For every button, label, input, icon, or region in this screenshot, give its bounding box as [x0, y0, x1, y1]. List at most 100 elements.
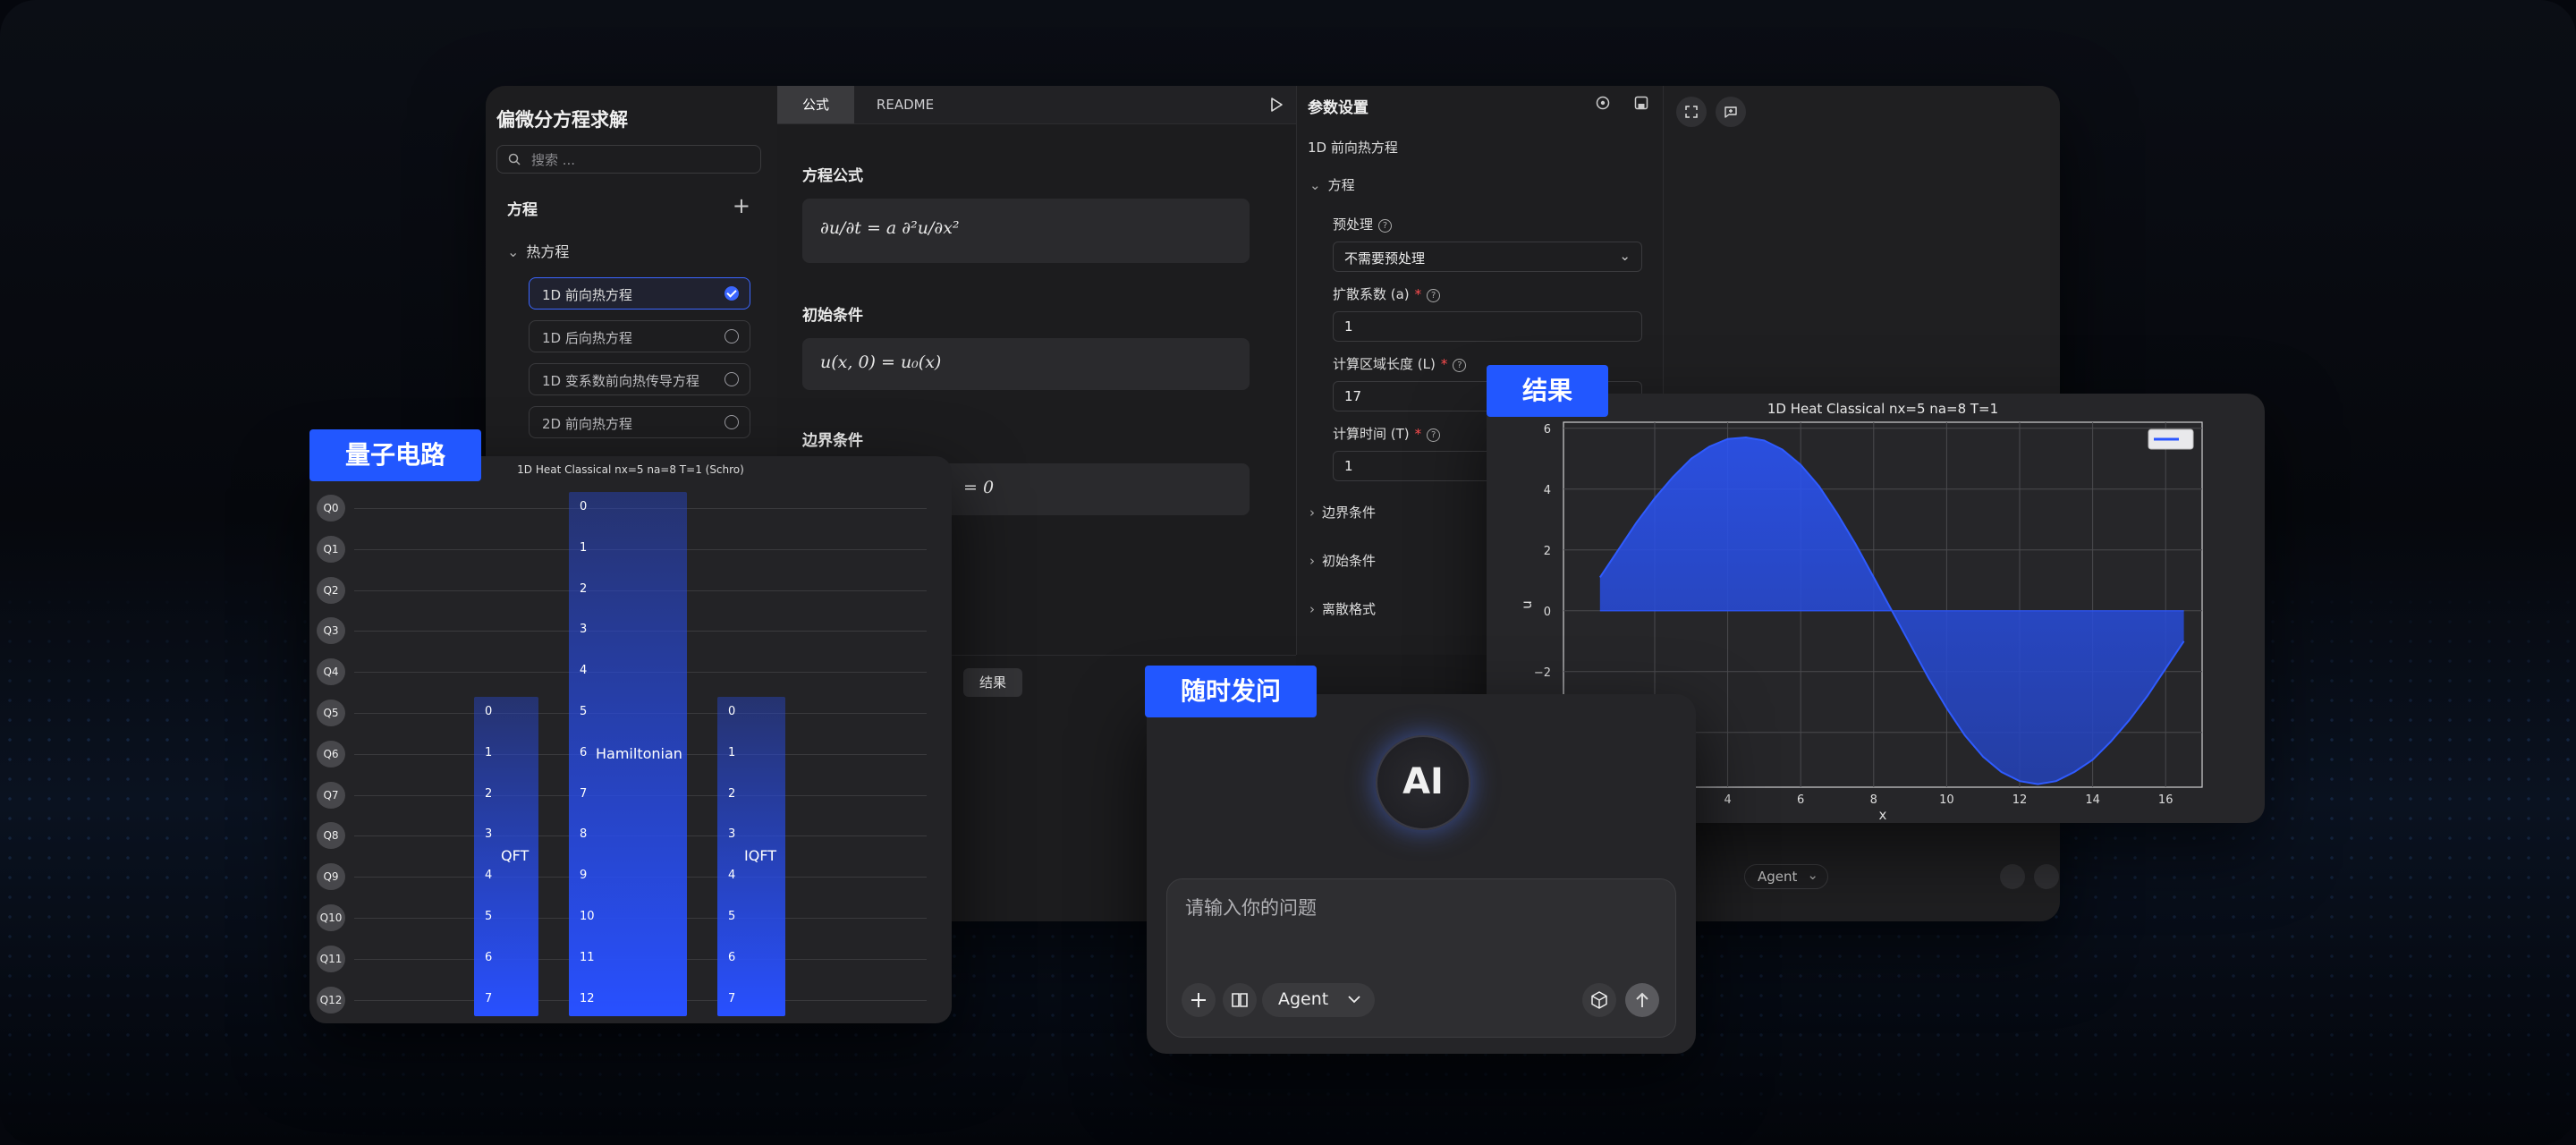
app-title: 偏微分方程求解	[496, 109, 628, 131]
qubit-label: Q4	[317, 658, 345, 686]
search-input[interactable]	[530, 149, 748, 171]
input-value: 17	[1344, 388, 1362, 404]
send-button-mini[interactable]	[2034, 864, 2059, 889]
param-label: 预处理?	[1333, 215, 1393, 233]
gate-wire-index: 0	[728, 705, 736, 718]
background: 偏微分方程求解 方程 + ⌄热方程 1D 前向热方程 1D 后向热方程 1D	[0, 0, 2576, 1145]
new-chat-button[interactable]	[1716, 97, 1746, 127]
equation-formula-box[interactable]: ∂u/∂t = a ∂²u/∂x²	[802, 199, 1250, 263]
settings-icon[interactable]	[1595, 95, 1611, 111]
save-icon[interactable]	[1633, 95, 1649, 111]
radio-icon	[724, 329, 739, 344]
equation-item-1d-forward[interactable]: 1D 前向热方程	[529, 277, 750, 310]
add-button[interactable]	[1182, 983, 1216, 1017]
add-equation-icon[interactable]: +	[733, 193, 750, 218]
send-button[interactable]	[1625, 983, 1659, 1017]
help-icon[interactable]: ?	[1378, 219, 1393, 233]
gate-wire-index: 2	[728, 786, 736, 801]
params-title: 参数设置	[1308, 99, 1368, 117]
qubit-label: Q12	[317, 986, 345, 1014]
qubit-label: Q11	[317, 945, 345, 972]
required-mark: *	[1440, 356, 1448, 372]
tab-result[interactable]: 结果	[963, 668, 1022, 697]
gate-wire-index: 0	[485, 705, 493, 718]
gate-wire-index: 5	[485, 910, 493, 923]
library-button[interactable]	[1223, 983, 1257, 1017]
gate-wire-index: 2	[485, 786, 493, 801]
gate-wire-index: 0	[580, 500, 588, 513]
checked-radio-icon	[724, 286, 739, 301]
collapse-label: 边界条件	[1322, 505, 1377, 521]
param-label: 扩散系数 (a) *?	[1333, 284, 1441, 303]
x-tick-label: 10	[1939, 793, 1954, 807]
chat-plus-icon	[1724, 106, 1737, 118]
collapse-boundary[interactable]: › 边界条件	[1309, 503, 1376, 522]
x-tick-label: 8	[1870, 793, 1877, 807]
initial-condition-label: 初始条件	[802, 307, 863, 325]
tab-formula[interactable]: 公式	[777, 86, 854, 123]
group-heat[interactable]: ⌄ 热方程	[507, 240, 569, 261]
input-value: 1	[1344, 318, 1353, 335]
question-box[interactable]: Agent	[1166, 878, 1676, 1038]
chevron-down-icon: ⌄	[1309, 177, 1321, 193]
gate-wire-index: 1	[580, 540, 588, 555]
gate-wire-index: 1	[485, 745, 493, 759]
cube-button-mini[interactable]	[2000, 864, 2025, 889]
qubit-label: Q1	[317, 535, 345, 563]
qubit-label: Q3	[317, 617, 345, 645]
param-group-equation[interactable]: ⌄ 方程	[1309, 175, 1355, 194]
collapse-label: 离散格式	[1322, 601, 1377, 617]
qubit-label: Q0	[317, 495, 345, 522]
run-icon[interactable]	[1269, 97, 1284, 113]
chevron-down-icon: ⌄	[1807, 867, 1818, 883]
gate-name: Hamiltonian	[596, 744, 682, 762]
x-axis-label: x	[1879, 807, 1887, 823]
qubit-label: Q7	[317, 781, 345, 809]
radio-icon	[724, 372, 739, 386]
equation-item-1d-backward[interactable]: 1D 后向热方程	[529, 320, 750, 352]
agent-selector-mini[interactable]: Agent ⌄	[1744, 864, 1828, 889]
cube-button[interactable]	[1582, 983, 1616, 1017]
y-tick-label: 0	[1544, 606, 1551, 619]
qubit-label: Q2	[317, 576, 345, 604]
help-icon[interactable]: ?	[1427, 289, 1441, 302]
gate-wire-index: 3	[580, 623, 588, 637]
param-label: 计算时间 (T) *?	[1333, 424, 1441, 443]
help-icon[interactable]: ?	[1453, 359, 1467, 372]
qubit-label: Q8	[317, 822, 345, 850]
initial-condition-box[interactable]: u(x, 0) = u₀(x)	[802, 338, 1250, 390]
preprocess-select[interactable]: 不需要预处理 ⌄	[1333, 242, 1642, 272]
help-icon[interactable]: ?	[1427, 428, 1441, 442]
plus-icon	[1191, 993, 1206, 1007]
section-label: 方程	[507, 201, 538, 219]
arrow-up-icon	[1636, 992, 1648, 1007]
editor-tabs: 公式 README	[777, 86, 1296, 124]
selected-equation-name: 1D 前向热方程	[1308, 140, 1398, 156]
chevron-right-icon: ›	[1309, 601, 1315, 617]
x-tick-label: 12	[2012, 793, 2028, 807]
qubit-label: Q6	[317, 740, 345, 768]
required-mark: *	[1414, 286, 1422, 302]
x-tick-label: 4	[1724, 793, 1731, 807]
quantum-circuit-tag: 量子电路	[309, 429, 481, 481]
equation-item-1d-variable[interactable]: 1D 变系数前向热传导方程	[529, 363, 750, 395]
equation-item-2d-forward[interactable]: 2D 前向热方程	[529, 406, 750, 438]
tab-readme[interactable]: README	[854, 86, 956, 123]
diffusion-coefficient-input[interactable]: 1	[1333, 311, 1642, 342]
search-box[interactable]	[496, 145, 761, 174]
gate-wire-index: 7	[580, 786, 588, 801]
question-input[interactable]	[1183, 892, 1652, 949]
ask-anytime-tag: 随时发问	[1145, 666, 1317, 717]
x-tick-label: 16	[2158, 793, 2174, 807]
expand-button[interactable]	[1676, 97, 1707, 127]
select-value: 不需要预处理	[1344, 250, 1426, 267]
param-label-text: 扩散系数 (a)	[1333, 286, 1410, 302]
gate-wire-index: 4	[485, 869, 493, 883]
ai-badge: AI	[1376, 735, 1470, 830]
gate-wire-index: 10	[580, 910, 595, 923]
required-mark: *	[1414, 426, 1422, 442]
expand-icon	[1685, 106, 1698, 118]
collapse-initial[interactable]: › 初始条件	[1309, 551, 1376, 570]
agent-selector[interactable]: Agent	[1262, 983, 1375, 1017]
collapse-discretization[interactable]: › 离散格式	[1309, 599, 1376, 618]
